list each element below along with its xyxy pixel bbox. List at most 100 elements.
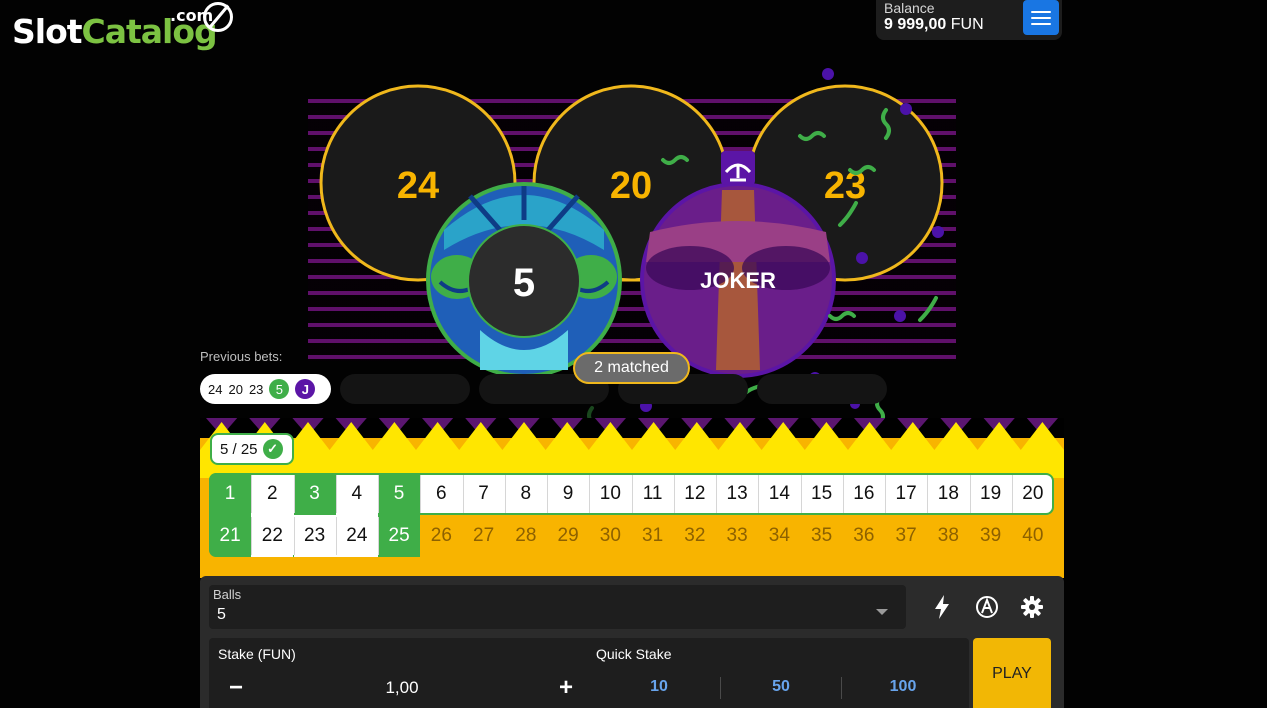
- grid-divider: [293, 475, 295, 513]
- number-cell-25[interactable]: 25: [378, 515, 421, 557]
- grid-divider: [716, 475, 717, 513]
- selection-counter-text: 5 / 25: [220, 440, 258, 458]
- grid-divider: [885, 475, 886, 513]
- play-button[interactable]: PLAY: [973, 638, 1051, 708]
- balls-select[interactable]: Balls 5: [209, 585, 906, 629]
- grid-divider: [462, 475, 464, 513]
- number-cell-5[interactable]: 5: [378, 473, 421, 515]
- grid-divider: [504, 475, 506, 513]
- number-cell-30[interactable]: 30: [589, 515, 631, 557]
- grid-divider: [1011, 475, 1013, 513]
- number-cell-1[interactable]: 1: [209, 473, 252, 515]
- number-cell-9[interactable]: 9: [547, 473, 589, 515]
- number-cell-11[interactable]: 11: [632, 473, 674, 515]
- settings-button[interactable]: [1017, 592, 1047, 622]
- number-cell-16[interactable]: 16: [843, 473, 885, 515]
- stake-label: Stake (FUN): [218, 646, 296, 662]
- chevron-down-icon: [876, 609, 888, 615]
- matched-badge: 2 matched: [573, 352, 690, 384]
- previous-bet-number: 23: [248, 381, 264, 397]
- number-cell-26[interactable]: 26: [420, 515, 462, 557]
- number-cell-21[interactable]: 21: [209, 515, 252, 557]
- ball-mask: 5: [426, 182, 622, 378]
- number-cell-22[interactable]: 22: [251, 515, 294, 557]
- balls-label: Balls: [213, 587, 242, 602]
- number-cell-28[interactable]: 28: [505, 515, 547, 557]
- number-cell-39[interactable]: 39: [970, 515, 1012, 557]
- number-cell-20[interactable]: 20: [1012, 473, 1054, 515]
- quick-stake-divider: [720, 677, 721, 699]
- grid-divider: [378, 475, 379, 513]
- zigzag-decoration: [200, 418, 1064, 478]
- grid-divider: [251, 517, 253, 555]
- drawn-number-1-text: 24: [397, 165, 439, 207]
- grid-divider: [758, 475, 760, 513]
- previous-bet-placeholder: [340, 374, 470, 404]
- grid-divider: [251, 475, 253, 513]
- stake-panel: [209, 638, 969, 708]
- previous-bet-pill[interactable]: 24 20 23 5 J: [200, 374, 331, 404]
- number-grid: 1 2 3 4 5 6 7 8 9 10 11 12 13 14 15 16 17 18 19 20 21 22 23 24 2…: [209, 473, 1054, 557]
- drawn-number-2-text: 20: [610, 165, 652, 207]
- quick-stake-100[interactable]: 100: [873, 678, 933, 696]
- number-cell-31[interactable]: 31: [632, 515, 674, 557]
- grid-divider: [927, 475, 929, 513]
- autoplay-button[interactable]: [972, 592, 1002, 622]
- number-cell-33[interactable]: 33: [716, 515, 758, 557]
- number-cell-12[interactable]: 12: [674, 473, 716, 515]
- number-cell-35[interactable]: 35: [801, 515, 843, 557]
- quick-stake-10[interactable]: 10: [629, 678, 689, 696]
- gear-icon: [1021, 596, 1043, 618]
- number-cell-6[interactable]: 6: [420, 473, 462, 515]
- grid-divider: [589, 475, 591, 513]
- number-cell-4[interactable]: 4: [336, 473, 378, 515]
- grid-divider: [293, 517, 295, 555]
- number-cell-37[interactable]: 37: [885, 515, 927, 557]
- number-cell-40[interactable]: 40: [1012, 515, 1054, 557]
- number-cell-34[interactable]: 34: [758, 515, 800, 557]
- grid-divider: [547, 475, 548, 513]
- number-cell-13[interactable]: 13: [716, 473, 758, 515]
- number-cell-38[interactable]: 38: [927, 515, 969, 557]
- previous-bet-ball: 5: [269, 379, 290, 399]
- turbo-button[interactable]: [927, 592, 957, 622]
- number-cell-2[interactable]: 2: [251, 473, 293, 515]
- check-icon: ✓: [262, 439, 283, 459]
- number-cell-10[interactable]: 10: [589, 473, 631, 515]
- grid-divider: [673, 475, 675, 513]
- grid-divider: [842, 475, 844, 513]
- previous-bet-number: 24: [208, 381, 223, 397]
- previous-bets-label: Previous bets:: [200, 349, 283, 364]
- number-cell-29[interactable]: 29: [547, 515, 589, 557]
- number-cell-18[interactable]: 18: [927, 473, 969, 515]
- number-cell-23[interactable]: 23: [293, 515, 336, 557]
- grid-divider: [420, 475, 422, 513]
- number-cell-36[interactable]: 36: [843, 515, 885, 557]
- previous-bet-number: 20: [228, 381, 243, 397]
- number-cell-17[interactable]: 17: [885, 473, 927, 515]
- number-cell-8[interactable]: 8: [505, 473, 547, 515]
- number-cell-24[interactable]: 24: [335, 515, 378, 557]
- grid-divider: [631, 475, 633, 513]
- number-cell-27[interactable]: 27: [463, 515, 505, 557]
- number-cell-32[interactable]: 32: [674, 515, 716, 557]
- number-cell-15[interactable]: 15: [801, 473, 843, 515]
- ball-number-text: 5: [513, 261, 535, 305]
- auto-play-icon: [976, 596, 998, 618]
- previous-bet-placeholder: [757, 374, 887, 404]
- stake-minus-button[interactable]: −: [225, 674, 247, 701]
- grid-divider: [335, 475, 337, 513]
- previous-bet-joker: J: [295, 379, 316, 399]
- grid-divider: [800, 475, 802, 513]
- balls-value: 5: [217, 606, 226, 623]
- number-cell-14[interactable]: 14: [758, 473, 800, 515]
- quick-stake-divider: [841, 677, 842, 699]
- number-cell-3[interactable]: 3: [293, 473, 336, 515]
- stake-plus-button[interactable]: +: [555, 674, 577, 701]
- quick-stake-50[interactable]: 50: [751, 678, 811, 696]
- joker-label: JOKER: [700, 268, 776, 293]
- grid-divider: [335, 517, 337, 555]
- number-cell-7[interactable]: 7: [463, 473, 505, 515]
- number-cell-19[interactable]: 19: [970, 473, 1012, 515]
- stake-value[interactable]: 1,00: [360, 678, 444, 698]
